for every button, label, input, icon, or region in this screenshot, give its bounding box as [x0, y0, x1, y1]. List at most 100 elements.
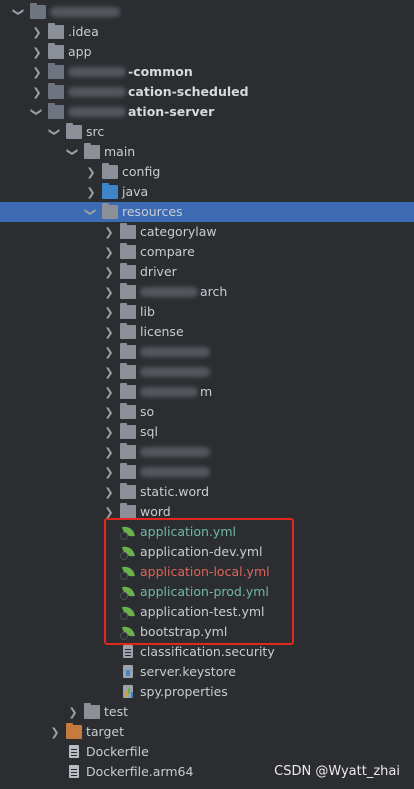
- tree-row-label: spy.properties: [140, 684, 228, 699]
- tree-row-label: m: [200, 384, 213, 399]
- chevron-right-icon[interactable]: ❯: [30, 42, 44, 62]
- tree-row[interactable]: ❯: [0, 342, 414, 362]
- tree-row[interactable]: ❯ -common: [0, 62, 414, 82]
- tree-row[interactable]: ❯ compare: [0, 242, 414, 262]
- tree-row[interactable]: ❯server.keystore: [0, 662, 414, 682]
- chevron-right-icon[interactable]: ❯: [84, 182, 98, 202]
- tree-row-label: app: [68, 44, 92, 59]
- tree-row[interactable]: ❯spy.properties: [0, 682, 414, 702]
- chevron-right-icon[interactable]: ❯: [102, 222, 116, 242]
- tree-row[interactable]: ❯ arch: [0, 282, 414, 302]
- redacted-text: [140, 387, 198, 397]
- properties-file-icon: [120, 685, 136, 699]
- chevron-right-icon[interactable]: ❯: [102, 322, 116, 342]
- chevron-right-icon[interactable]: ❯: [102, 382, 116, 402]
- chevron-right-icon[interactable]: ❯: [84, 162, 98, 182]
- chevron-right-icon[interactable]: ❯: [102, 242, 116, 262]
- tree-row[interactable]: ❯ java: [0, 182, 414, 202]
- folder-icon: [66, 123, 82, 139]
- tree-row[interactable]: ❯ src: [0, 122, 414, 142]
- chevron-right-icon[interactable]: ❯: [102, 442, 116, 462]
- chevron-right-icon[interactable]: ❯: [66, 702, 80, 722]
- redacted-text: [50, 7, 120, 17]
- folder-icon: [120, 323, 136, 339]
- tree-row[interactable]: ❯: [0, 2, 414, 22]
- tree-row[interactable]: ❯ sql: [0, 422, 414, 442]
- tree-row[interactable]: ❯: [0, 442, 414, 462]
- chevron-right-icon[interactable]: ❯: [30, 22, 44, 42]
- redacted-text: [140, 287, 198, 297]
- tree-row-label: arch: [200, 284, 228, 299]
- chevron-right-icon[interactable]: ❯: [102, 362, 116, 382]
- tree-row[interactable]: ❯ driver: [0, 262, 414, 282]
- docker-file-icon: [66, 765, 82, 779]
- tree-row[interactable]: ❯classification.security: [0, 642, 414, 662]
- tree-row-label: so: [140, 404, 155, 419]
- tree-row-label: config: [122, 164, 161, 179]
- tree-row[interactable]: ❯: [0, 462, 414, 482]
- tree-row[interactable]: ❯ static.word: [0, 482, 414, 502]
- module-folder-icon: [48, 63, 64, 79]
- tree-row[interactable]: ❯ cation-scheduled: [0, 82, 414, 102]
- redacted-text: [68, 107, 126, 117]
- redacted-text: [68, 67, 126, 77]
- tree-row-label: Dockerfile.arm64: [86, 764, 194, 779]
- chevron-right-icon[interactable]: ❯: [102, 262, 116, 282]
- folder-icon: [120, 503, 136, 519]
- chevron-down-icon[interactable]: ❯: [45, 125, 65, 139]
- tree-row[interactable]: ❯ .idea: [0, 22, 414, 42]
- tree-row[interactable]: ❯ target: [0, 722, 414, 742]
- tree-row[interactable]: ❯ resources: [0, 202, 414, 222]
- folder-icon: [120, 463, 136, 479]
- tree-row-label: cation-scheduled: [128, 84, 249, 99]
- folder-icon: [120, 423, 136, 439]
- tree-row-label: classification.security: [140, 644, 275, 659]
- module-folder-icon: [30, 3, 46, 19]
- tree-row[interactable]: ❯ test: [0, 702, 414, 722]
- folder-icon: [120, 443, 136, 459]
- chevron-down-icon[interactable]: ❯: [27, 105, 47, 119]
- chevron-right-icon[interactable]: ❯: [102, 462, 116, 482]
- tree-row[interactable]: ❯ license: [0, 322, 414, 342]
- watermark: CSDN @Wyatt_zhai: [274, 764, 400, 779]
- tree-row-label: driver: [140, 264, 177, 279]
- chevron-right-icon[interactable]: ❯: [30, 82, 44, 102]
- tree-row[interactable]: ❯ categorylaw: [0, 222, 414, 242]
- tree-row[interactable]: ❯: [0, 362, 414, 382]
- tree-row[interactable]: ❯ m: [0, 382, 414, 402]
- excluded-folder-icon: [66, 723, 82, 739]
- tree-row-label: main: [104, 144, 136, 159]
- folder-icon: [120, 343, 136, 359]
- tree-row[interactable]: ❯ lib: [0, 302, 414, 322]
- keystore-file-icon: [120, 665, 136, 679]
- tree-row-label: src: [86, 124, 105, 139]
- chevron-right-icon[interactable]: ❯: [48, 722, 62, 742]
- chevron-down-icon[interactable]: ❯: [81, 205, 101, 219]
- chevron-down-icon[interactable]: ❯: [63, 145, 83, 159]
- text-file-icon: [120, 645, 136, 659]
- chevron-right-icon[interactable]: ❯: [102, 422, 116, 442]
- tree-row[interactable]: ❯ config: [0, 162, 414, 182]
- chevron-down-icon[interactable]: ❯: [9, 5, 29, 19]
- tree-row-label: Dockerfile: [86, 744, 149, 759]
- docker-file-icon: [66, 745, 82, 759]
- folder-icon: [120, 303, 136, 319]
- chevron-right-icon[interactable]: ❯: [102, 302, 116, 322]
- folder-icon: [120, 243, 136, 259]
- tree-row[interactable]: ❯ so: [0, 402, 414, 422]
- chevron-right-icon[interactable]: ❯: [102, 282, 116, 302]
- tree-row-label: -common: [128, 64, 193, 79]
- folder-icon: [48, 23, 64, 39]
- tree-row[interactable]: ❯Dockerfile: [0, 742, 414, 762]
- tree-row[interactable]: ❯ app: [0, 42, 414, 62]
- tree-row[interactable]: ❯ main: [0, 142, 414, 162]
- chevron-right-icon[interactable]: ❯: [102, 482, 116, 502]
- redacted-text: [140, 347, 210, 357]
- tree-row[interactable]: ❯ ation-server: [0, 102, 414, 122]
- chevron-right-icon[interactable]: ❯: [30, 62, 44, 82]
- chevron-right-icon[interactable]: ❯: [102, 342, 116, 362]
- folder-icon: [120, 363, 136, 379]
- chevron-right-icon[interactable]: ❯: [102, 402, 116, 422]
- folder-icon: [120, 483, 136, 499]
- module-folder-icon: [48, 83, 64, 99]
